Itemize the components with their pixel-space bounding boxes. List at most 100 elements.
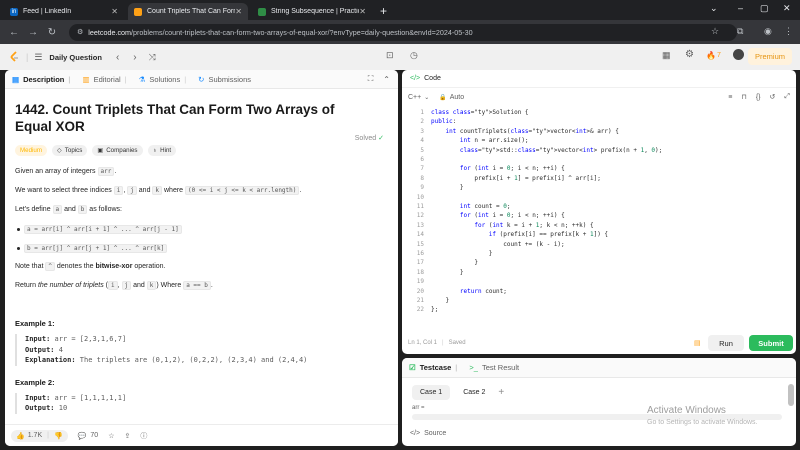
code-line[interactable]: 7 for (int i = 0; i < n; ++i) { bbox=[402, 164, 796, 173]
avatar[interactable] bbox=[733, 49, 744, 60]
label: Input: bbox=[25, 335, 51, 343]
problem-title[interactable]: 1442. Count Triplets That Can Form Two A… bbox=[15, 101, 335, 135]
tab-description[interactable]: ▤ Description | bbox=[12, 75, 76, 84]
code-line[interactable]: 20 return count; bbox=[402, 287, 796, 296]
code-line[interactable]: 12 for (int i = 0; i < n; ++i) { bbox=[402, 211, 796, 220]
add-case-icon[interactable]: + bbox=[498, 387, 504, 398]
code-line[interactable]: 17 } bbox=[402, 258, 796, 267]
submit-button[interactable]: Submit bbox=[749, 335, 793, 351]
bookmark-icon[interactable]: ⊓ bbox=[741, 93, 746, 101]
code-line[interactable]: 16 } bbox=[402, 249, 796, 258]
tab-test-result[interactable]: >_ Test Result bbox=[469, 363, 519, 372]
code-line[interactable]: 5 class="ty">std::class="ty">vector<int>… bbox=[402, 146, 796, 155]
help-icon[interactable]: ⓘ bbox=[140, 431, 147, 441]
profile-icon[interactable]: ◉ bbox=[764, 26, 772, 37]
expand-icon[interactable]: ⛶ bbox=[368, 74, 374, 84]
fullscreen-icon[interactable]: ⤢ bbox=[784, 93, 790, 101]
site-info-icon[interactable]: ⚙ bbox=[77, 28, 83, 36]
hint-chip[interactable]: ♁ Hint bbox=[147, 145, 177, 156]
timer-icon[interactable]: ◷ bbox=[410, 50, 418, 61]
share-icon[interactable]: ⇪ bbox=[124, 432, 130, 440]
tab-testcase[interactable]: ☑ Testcase | bbox=[409, 363, 463, 372]
code-line[interactable]: 4 int n = arr.size(); bbox=[402, 136, 796, 145]
companies-chip[interactable]: ▣ Companies bbox=[92, 145, 143, 156]
code-line[interactable]: 13 for (int k = i + 1; k < n; ++k) { bbox=[402, 221, 796, 230]
extensions-icon[interactable]: ⧉ bbox=[737, 26, 743, 37]
collapse-icon[interactable]: ⌃ bbox=[383, 75, 390, 84]
daily-question-label[interactable]: Daily Question bbox=[49, 53, 102, 62]
debug-icon[interactable]: ⊡ bbox=[386, 50, 394, 61]
leetcode-logo[interactable] bbox=[10, 51, 20, 63]
reload-icon[interactable]: ↻ bbox=[47, 27, 57, 38]
browser-tab-linkedin[interactable]: in Feed | LinkedIn ✕ bbox=[4, 3, 124, 20]
tab-submissions[interactable]: ↻ Submissions bbox=[198, 75, 251, 84]
code-line[interactable]: 10 bbox=[402, 193, 796, 202]
browser-tab-leetcode[interactable]: Count Triplets That Can Form T ✕ bbox=[128, 3, 248, 20]
line-number: 3 bbox=[420, 127, 424, 135]
code-line[interactable]: 3 int countTriplets(class="ty">vector<in… bbox=[402, 127, 796, 136]
problem-content: 1442. Count Triplets That Can Form Two A… bbox=[5, 101, 398, 414]
premium-button[interactable]: Premium bbox=[748, 48, 792, 65]
code-editor[interactable]: 1 class class="ty">Solution {2 public: 3 in… bbox=[402, 108, 796, 320]
code-line[interactable]: 14 if (prefix[i] == prefix[k + 1]) { bbox=[402, 230, 796, 239]
case-1-tab[interactable]: Case 1 bbox=[412, 385, 451, 400]
code-line[interactable]: 2 public: bbox=[402, 117, 796, 126]
topics-chip[interactable]: ◇ Topics bbox=[52, 145, 88, 156]
thumbs-down-icon[interactable]: 👎 bbox=[54, 432, 63, 440]
notepad-icon[interactable]: ▤ bbox=[694, 339, 701, 347]
code-line[interactable]: 15 count += (k - i); bbox=[402, 240, 796, 249]
code-line[interactable]: 18 } bbox=[402, 268, 796, 277]
text: and bbox=[136, 187, 153, 194]
line-number: 8 bbox=[420, 174, 424, 182]
forward-icon[interactable]: → bbox=[28, 27, 38, 38]
bookmark-star-icon[interactable]: ☆ bbox=[711, 26, 719, 37]
language-select[interactable]: C++ bbox=[408, 94, 421, 101]
tab-label: Test Result bbox=[481, 363, 520, 372]
code-line[interactable]: 11 int count = 0; bbox=[402, 202, 796, 211]
minimize-icon[interactable]: – bbox=[738, 3, 743, 13]
code-line[interactable]: 9 } bbox=[402, 183, 796, 192]
case-2-tab[interactable]: Case 2 bbox=[455, 385, 493, 400]
reset-icon[interactable]: ↺ bbox=[770, 93, 776, 101]
maximize-icon[interactable]: ▢ bbox=[760, 3, 769, 14]
comments-button[interactable]: 💬 70 bbox=[78, 432, 99, 440]
chevron-down-icon[interactable]: ⌄ bbox=[424, 94, 429, 101]
shuffle-icon[interactable]: ⤨ bbox=[149, 52, 156, 63]
lock-icon: 🔒 bbox=[439, 94, 447, 101]
url-field[interactable]: ⚙ leetcode.com/problems/count-triplets-t… bbox=[69, 23, 737, 41]
code-line[interactable]: 6 bbox=[402, 155, 796, 164]
close-tab-icon[interactable]: ✕ bbox=[111, 7, 118, 16]
label: Explanation: bbox=[25, 356, 76, 364]
browser-tab-gfg[interactable]: String Subsequence | Practice | ✕ bbox=[252, 3, 372, 20]
code-line[interactable]: 21 } bbox=[402, 296, 796, 305]
prev-problem-icon[interactable]: ‹ bbox=[116, 52, 119, 63]
close-window-icon[interactable]: ✕ bbox=[783, 3, 791, 14]
tab-search-icon[interactable]: ⌄ bbox=[710, 3, 718, 14]
code-line[interactable]: 19 bbox=[402, 277, 796, 286]
source-toggle[interactable]: </> Source bbox=[410, 430, 446, 437]
settings-icon[interactable]: ⚙ bbox=[685, 49, 694, 60]
brackets-icon[interactable]: {} bbox=[756, 94, 761, 101]
back-icon[interactable]: ← bbox=[9, 27, 19, 38]
code-line[interactable]: 22}; bbox=[402, 305, 796, 314]
layout-icon[interactable]: ▦ bbox=[662, 50, 671, 61]
problem-list-icon[interactable]: ☰ bbox=[34, 52, 42, 63]
editor-mode[interactable]: Auto bbox=[450, 94, 464, 101]
code-line[interactable]: 1 class class="ty">Solution { bbox=[402, 108, 796, 117]
new-tab-icon[interactable]: + bbox=[380, 4, 387, 18]
tab-editorial[interactable]: ▥ Editorial | bbox=[82, 75, 132, 84]
code-text: if (prefix[i] == prefix[k + 1]) { bbox=[488, 231, 609, 239]
run-button[interactable]: Run bbox=[708, 335, 744, 351]
close-tab-icon[interactable]: ✕ bbox=[359, 7, 366, 16]
favorite-star-icon[interactable]: ☆ bbox=[108, 432, 114, 440]
tab-solutions[interactable]: ⚗ Solutions | bbox=[139, 75, 193, 84]
code-line[interactable]: 8 prefix[i + 1] = prefix[i] ^ arr[i]; bbox=[402, 174, 796, 183]
format-icon[interactable]: ≡ bbox=[728, 94, 732, 101]
browser-menu-icon[interactable]: ⋮ bbox=[784, 26, 793, 37]
code-text: for (int i = 0; i < n; ++i) { bbox=[459, 165, 565, 173]
scrollbar[interactable] bbox=[788, 384, 794, 406]
streak-flame-icon[interactable]: 🔥 bbox=[706, 51, 716, 60]
like-button[interactable]: 👍 1.7K | 👎 bbox=[11, 429, 68, 442]
close-tab-icon[interactable]: ✕ bbox=[235, 7, 242, 16]
next-problem-icon[interactable]: › bbox=[133, 52, 136, 63]
